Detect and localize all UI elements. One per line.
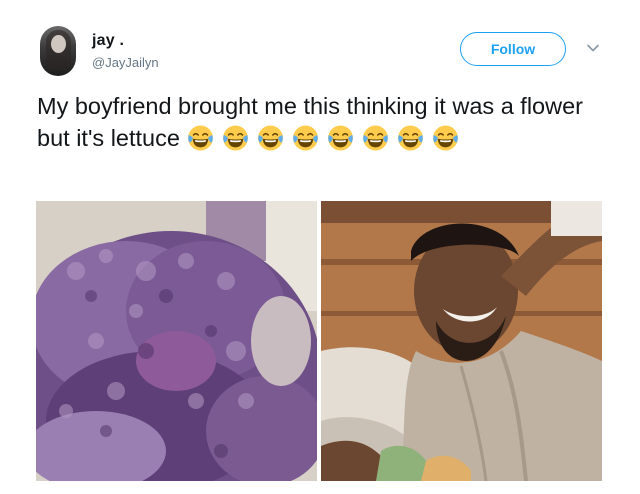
- face-with-tears-of-joy-icon: [396, 124, 425, 152]
- chevron-down-icon[interactable]: [585, 40, 601, 56]
- follow-button[interactable]: Follow: [460, 32, 566, 66]
- emoji-row: [186, 125, 466, 151]
- avatar[interactable]: [40, 26, 76, 76]
- face-with-tears-of-joy-icon: [291, 124, 320, 152]
- smiling-man-photo[interactable]: [321, 201, 602, 481]
- user-handle[interactable]: @JayJailyn: [92, 55, 159, 70]
- display-name[interactable]: jay .: [92, 32, 124, 50]
- tweet-media: [36, 201, 602, 481]
- avatar-face: [51, 35, 66, 53]
- face-with-tears-of-joy-icon: [186, 124, 215, 152]
- purple-kale-photo[interactable]: [36, 201, 317, 481]
- tweet-text: My boyfriend brought me this thinking it…: [37, 90, 597, 154]
- face-with-tears-of-joy-icon: [221, 124, 250, 152]
- face-with-tears-of-joy-icon: [256, 124, 285, 152]
- face-with-tears-of-joy-icon: [361, 124, 390, 152]
- face-with-tears-of-joy-icon: [431, 124, 460, 152]
- face-with-tears-of-joy-icon: [326, 124, 355, 152]
- tweet-header: jay . @JayJailyn Follow: [40, 26, 610, 78]
